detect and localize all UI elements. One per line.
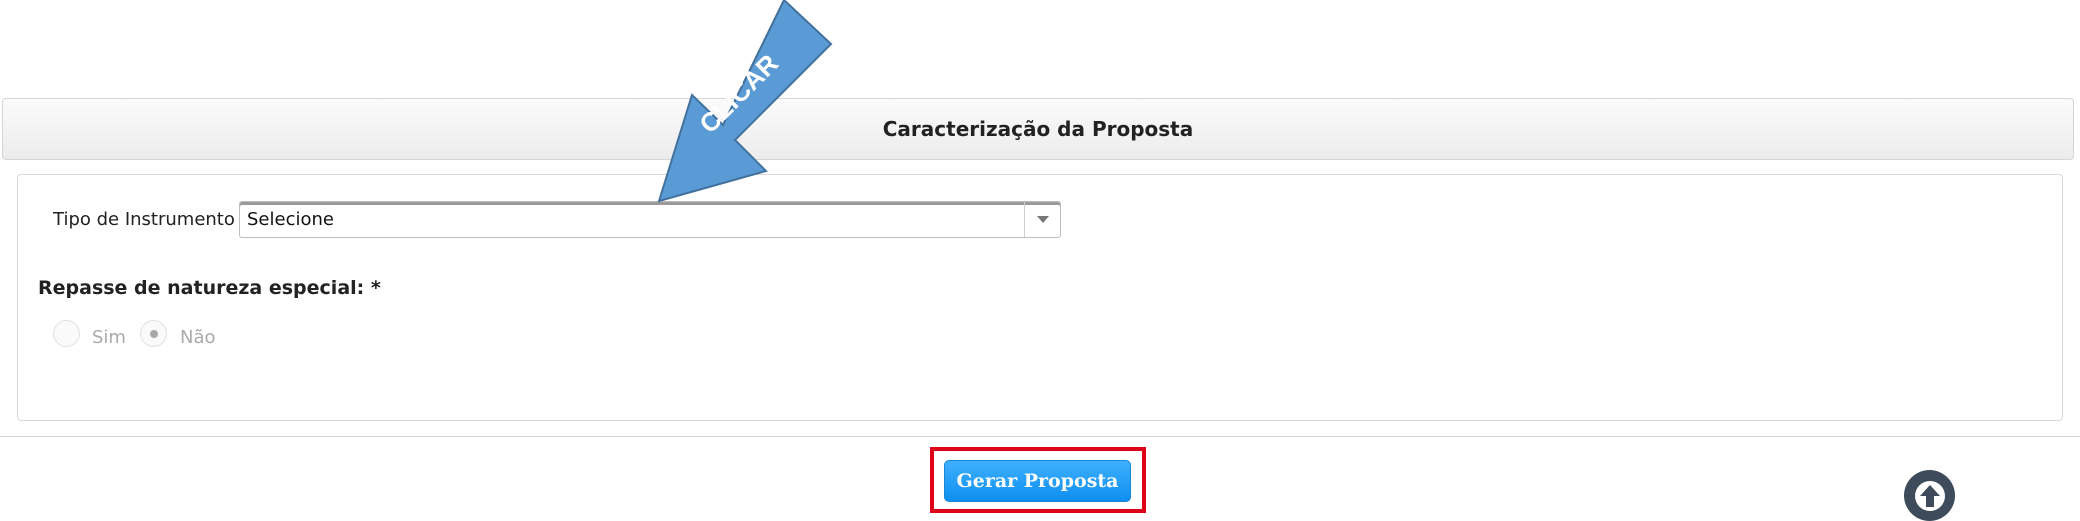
- gerar-proposta-button[interactable]: Gerar Proposta: [944, 460, 1131, 502]
- section-title: Caracterização da Proposta: [882, 117, 1194, 141]
- select-toggle[interactable]: [1024, 202, 1060, 237]
- divider: [0, 436, 2080, 437]
- tipo-instrumento-label: Tipo de Instrumento: [53, 209, 235, 230]
- tipo-instrumento-select[interactable]: Selecione: [239, 201, 1061, 238]
- repasse-label: Repasse de natureza especial: *: [38, 277, 381, 299]
- callout-arrow: CLICAR: [657, 0, 833, 203]
- arrow-up-icon: [1914, 480, 1945, 511]
- radio-sim[interactable]: [53, 320, 80, 347]
- radio-sim-label: Sim: [92, 327, 126, 348]
- radio-nao[interactable]: [140, 320, 167, 347]
- chevron-down-icon: [1036, 216, 1049, 223]
- radio-nao-label: Não: [180, 327, 216, 348]
- select-value: Selecione: [247, 209, 334, 230]
- scroll-top-button[interactable]: [1904, 470, 1955, 521]
- section-header: Caracterização da Proposta: [2, 98, 2074, 160]
